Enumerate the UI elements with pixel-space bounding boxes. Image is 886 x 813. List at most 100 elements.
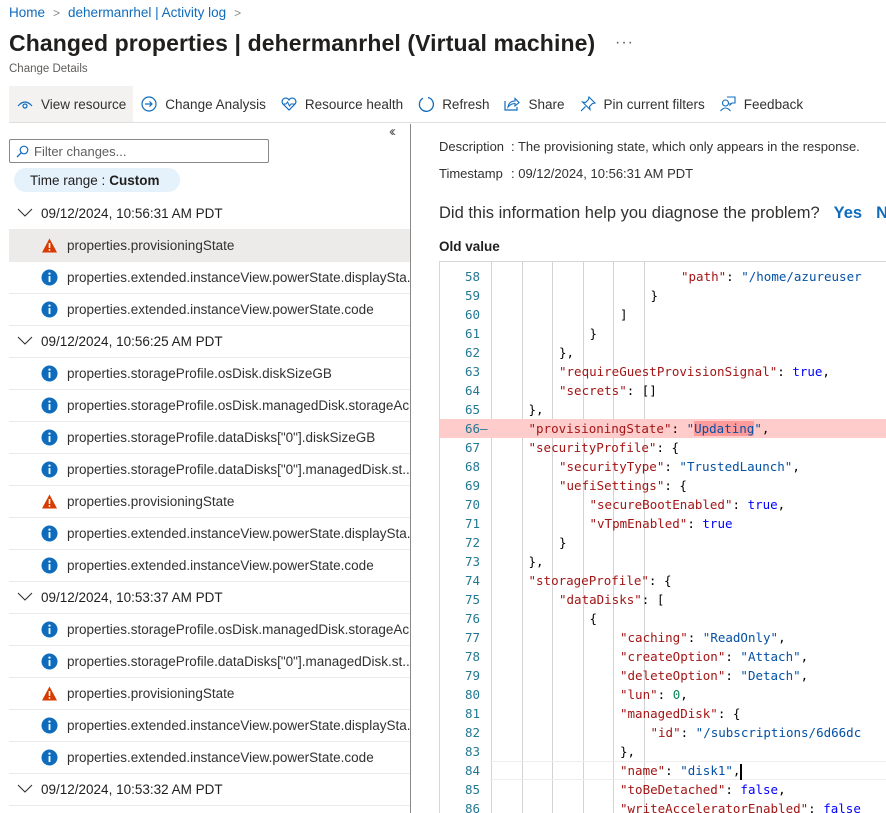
change-group-header[interactable]: 09/12/2024, 10:56:25 AM PDT: [9, 326, 410, 358]
json-key: "secrets": [559, 383, 627, 398]
more-options-button[interactable]: ···: [615, 34, 634, 52]
filter-changes-box[interactable]: [9, 139, 269, 163]
change-item[interactable]: properties.extended.instanceView.powerSt…: [9, 518, 410, 550]
change-analysis-label: Change Analysis: [165, 96, 266, 112]
code-text: "writeAcceleratorEnabled": false: [620, 799, 861, 813]
json-punct: ,: [680, 687, 688, 702]
pin-filters-button[interactable]: Pin current filters: [572, 86, 712, 122]
change-item[interactable]: properties.storageProfile.osDisk.diskSiz…: [9, 358, 410, 390]
json-key: "lun": [620, 687, 658, 702]
json-punct: :: [671, 421, 687, 436]
code-text: },: [529, 552, 544, 571]
json-boolean: true: [792, 364, 823, 379]
filter-changes-input[interactable]: [34, 143, 254, 159]
info-icon: [41, 269, 58, 286]
change-item[interactable]: properties.provisioningState: [9, 678, 410, 710]
change-analysis-button[interactable]: Change Analysis: [133, 86, 273, 122]
description-label: Description: [439, 139, 505, 154]
feedback-button[interactable]: Feedback: [712, 86, 810, 122]
description-row: Description: The provisioning state, whi…: [439, 139, 860, 154]
json-key: "securityType": [559, 459, 665, 474]
info-icon: [41, 301, 58, 318]
code-text: "secrets": []: [559, 381, 657, 400]
change-item[interactable]: properties.storageProfile.dataDisks["0"]…: [9, 422, 410, 454]
json-punct: ,: [822, 364, 830, 379]
view-resource-button[interactable]: View resource: [9, 86, 134, 122]
code-text: "path": "/home/azureuser: [681, 267, 862, 286]
change-item[interactable]: properties.storageProfile.dataDisks["0"]…: [9, 646, 410, 678]
info-icon: [41, 365, 58, 382]
old-value-code-editor[interactable]: 58 "path": "/home/azureuser 59} 60] 61} 62}, 6…: [439, 261, 886, 813]
code-text: "securityProfile": {: [529, 438, 680, 457]
code-line: 86 "writeAcceleratorEnabled": false: [440, 799, 886, 813]
feedback-yes-link[interactable]: Yes: [834, 204, 862, 222]
change-item[interactable]: properties.extended.instanceView.powerSt…: [9, 294, 410, 326]
line-number: 73: [464, 554, 480, 569]
change-group-timestamp: 09/12/2024, 10:53:37 AM PDT: [41, 590, 223, 605]
refresh-button[interactable]: Refresh: [410, 86, 496, 122]
timestamp-label: Timestamp: [439, 166, 503, 181]
code-line: 79 "deleteOption": "Detach",: [440, 666, 886, 685]
code-text: "secureBootEnabled": true,: [590, 495, 786, 514]
time-range-label: Time range :: [30, 172, 106, 188]
line-number: 75: [464, 592, 480, 607]
change-item[interactable]: properties.extended.instanceView.powerSt…: [9, 262, 410, 294]
json-punct: : []: [626, 383, 657, 398]
code-text: "provisioningState": "Updating",: [528, 419, 769, 438]
change-item[interactable]: properties.storageProfile.osDisk.managed…: [9, 614, 410, 646]
info-icon: [41, 621, 58, 638]
json-string: ": [686, 421, 695, 436]
change-item[interactable]: properties.extended.instanceView.powerSt…: [9, 742, 410, 774]
change-item[interactable]: properties.extended.instanceView.powerSt…: [9, 710, 410, 742]
json-punct: :: [687, 516, 703, 531]
change-item-label: properties.extended.instanceView.powerSt…: [67, 718, 410, 733]
time-range-filter[interactable]: Time range : Custom: [14, 168, 180, 192]
change-item[interactable]: properties.storageProfile.osDisk.managed…: [9, 390, 410, 422]
json-punct: :: [687, 630, 703, 645]
json-string: "ReadOnly": [702, 630, 779, 645]
json-punct: :: [725, 668, 741, 683]
line-number: 86: [464, 801, 480, 813]
changed-value-highlight: Updating: [694, 421, 755, 436]
share-button[interactable]: Share: [496, 86, 571, 122]
json-punct: :: [777, 364, 793, 379]
json-boolean: false: [740, 782, 779, 797]
code-line: 74 "storageProfile": {: [440, 571, 886, 590]
json-boolean: false: [823, 801, 861, 813]
resource-health-button[interactable]: Resource health: [273, 86, 410, 122]
code-text: "uefiSettings": {: [559, 476, 687, 495]
change-item-label: properties.storageProfile.osDisk.diskSiz…: [67, 366, 332, 381]
breadcrumb-activity-log[interactable]: dehermanrhel | Activity log: [68, 5, 226, 20]
code-text: "name": "disk1",: [620, 761, 743, 780]
json-string: ": [754, 421, 762, 436]
json-punct: :: [657, 687, 673, 702]
line-number: 74: [464, 573, 480, 588]
heart-pulse-icon: [280, 95, 298, 113]
chevron-down-icon: [17, 334, 41, 349]
json-string: "/subscriptions/6d66dc: [695, 725, 862, 740]
json-key: "vTpmEnabled": [589, 516, 688, 531]
breadcrumb-home[interactable]: Home: [9, 5, 45, 20]
change-item[interactable]: properties.provisioningState: [9, 230, 410, 262]
change-group-header[interactable]: 09/12/2024, 10:56:31 AM PDT: [9, 198, 410, 230]
json-key: "provisioningState": [528, 421, 672, 436]
code-line: 59}: [440, 286, 886, 305]
line-number: 83: [464, 744, 480, 759]
change-group-header[interactable]: 09/12/2024, 10:53:37 AM PDT: [9, 582, 410, 614]
removed-line-marker: —: [480, 421, 488, 436]
code-text: "dataDisks": [: [559, 590, 664, 609]
change-item[interactable]: properties.extended.instanceView.powerSt…: [9, 550, 410, 582]
change-item-label: properties.storageProfile.osDisk.managed…: [67, 398, 410, 413]
change-item[interactable]: properties.provisioningState: [9, 486, 410, 518]
code-line: 67 "securityProfile": {: [440, 438, 886, 457]
change-item[interactable]: properties.storageProfile.dataDisks["0"]…: [9, 454, 410, 486]
json-punct: :: [680, 725, 696, 740]
json-punct: ,: [778, 782, 786, 797]
info-icon: [41, 557, 58, 574]
collapse-pane-button[interactable]: ‹‹: [389, 123, 396, 140]
json-punct: ]: [620, 307, 628, 322]
pin-filters-label: Pin current filters: [603, 96, 705, 112]
change-group-header[interactable]: 09/12/2024, 10:53:32 AM PDT: [9, 774, 410, 806]
feedback-no-link[interactable]: N: [876, 204, 886, 222]
code-line: 84 "name": "disk1",: [440, 761, 886, 780]
